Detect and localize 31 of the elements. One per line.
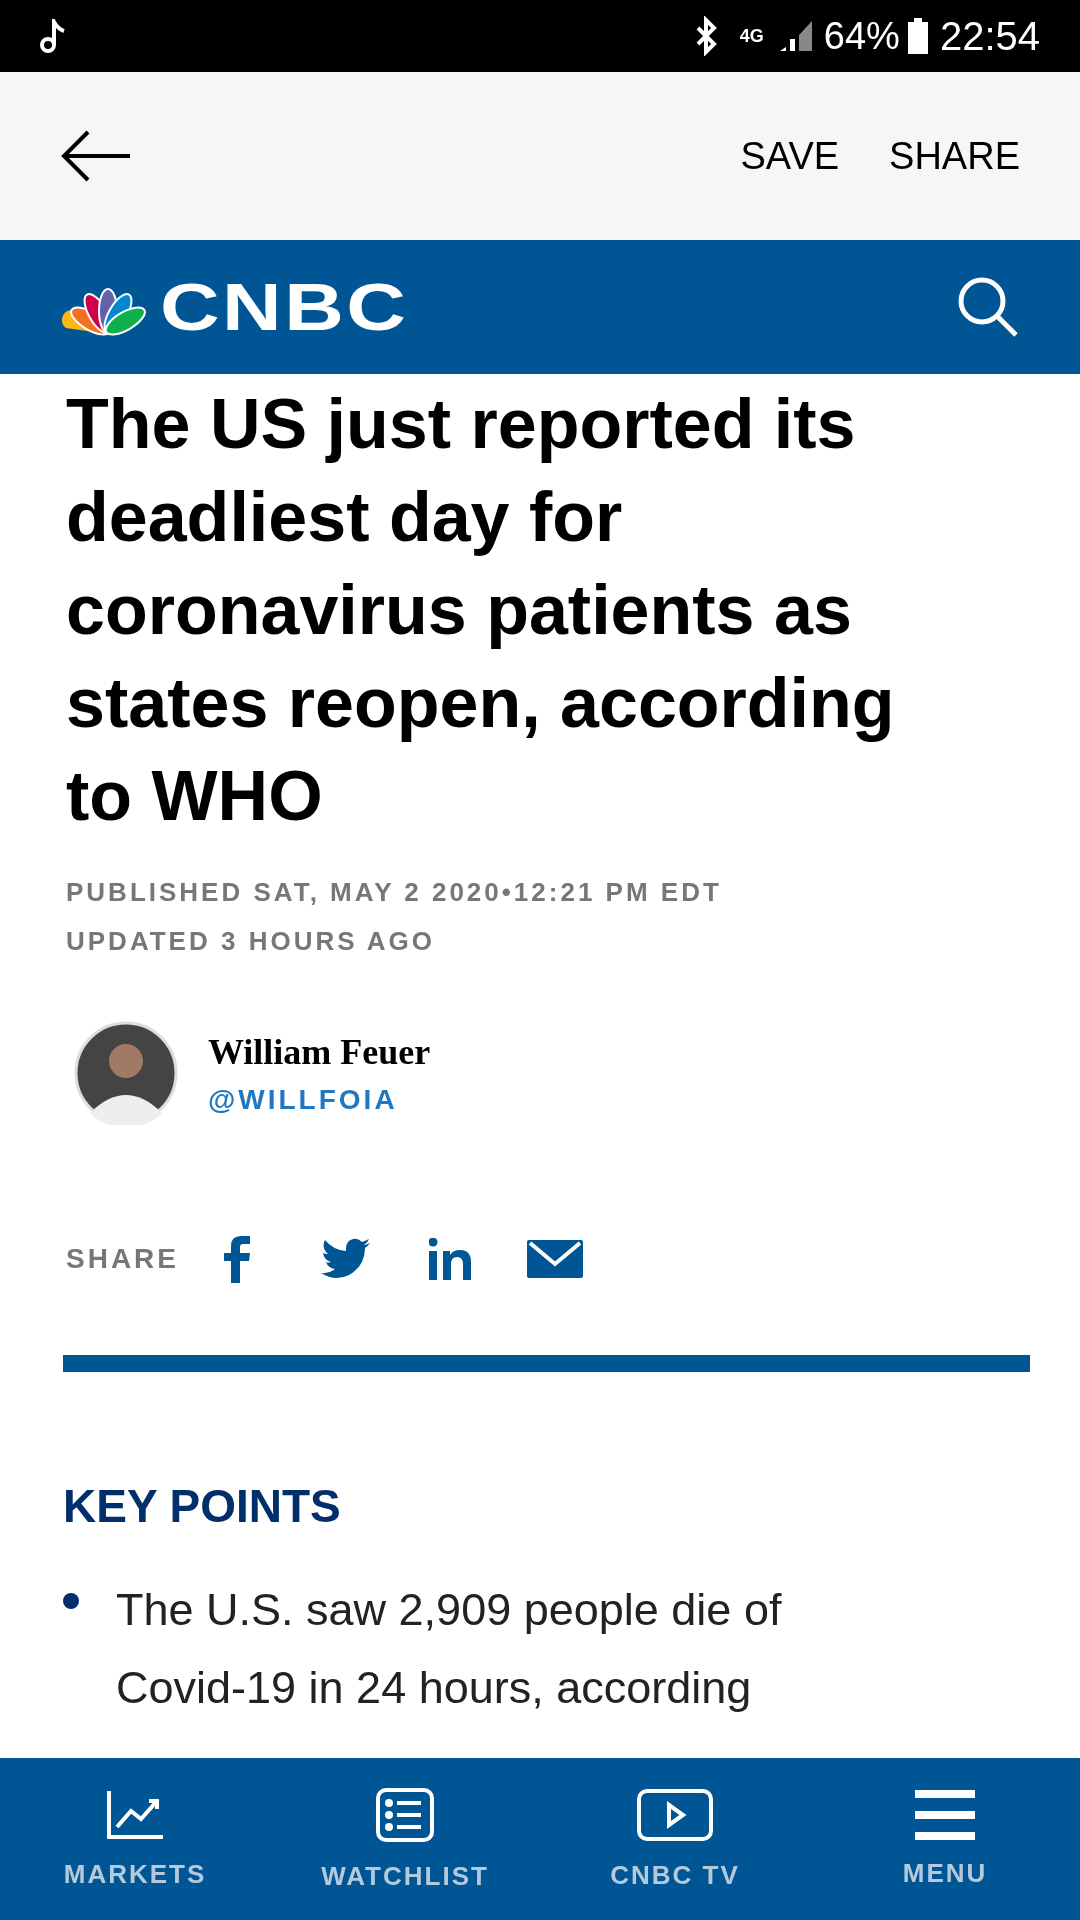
play-icon	[636, 1787, 714, 1842]
search-icon[interactable]	[956, 275, 1020, 339]
menu-icon	[915, 1789, 975, 1840]
toolbar-action-button[interactable]: SHARE	[889, 127, 1020, 185]
share-label: SHARE	[66, 1242, 179, 1276]
bottom-nav-tab[interactable]: WATCHLIST	[270, 1782, 540, 1896]
toolbar-action-button[interactable]: SAVE	[740, 127, 840, 185]
chart-icon	[105, 1788, 165, 1841]
updated-time: UPDATED 3 HOURS AGO	[66, 925, 437, 958]
clock: 22:54	[939, 13, 1040, 60]
back-arrow-icon[interactable]	[60, 130, 130, 182]
battery-icon	[907, 18, 928, 54]
bottom-nav-tab[interactable]: MARKETS	[0, 1784, 270, 1894]
bottom-nav-tab[interactable]: CNBC TV	[540, 1783, 810, 1895]
network-type: 4G	[739, 24, 764, 48]
key-points-title: KEY POINTS	[63, 1479, 342, 1534]
list-icon	[375, 1786, 435, 1843]
bottom-nav-tab[interactable]: MENU	[810, 1785, 1080, 1893]
twitter-icon[interactable]	[321, 1238, 371, 1280]
facebook-icon[interactable]	[223, 1235, 251, 1283]
bullet-icon	[63, 1593, 79, 1609]
key-point-text: The U.S. saw 2,909 people die of Covid-19 in 24 hours, according	[116, 1583, 783, 1715]
linkedin-icon[interactable]	[429, 1238, 471, 1280]
article-headline: The US just reported its deadliest day for coronavirus patients as states reopen, according to WHO	[66, 384, 896, 837]
author-name: William Feuer	[208, 1031, 431, 1074]
logo-text: CNBC	[160, 268, 409, 346]
battery-percent: 64%	[823, 13, 900, 59]
music-note-icon	[40, 19, 66, 53]
email-icon[interactable]	[527, 1240, 583, 1278]
author-handle[interactable]: @WILLFOIA	[208, 1079, 431, 1121]
published-date: PUBLISHED SAT, MAY 2 2020•12:21 PM EDT	[66, 876, 723, 909]
